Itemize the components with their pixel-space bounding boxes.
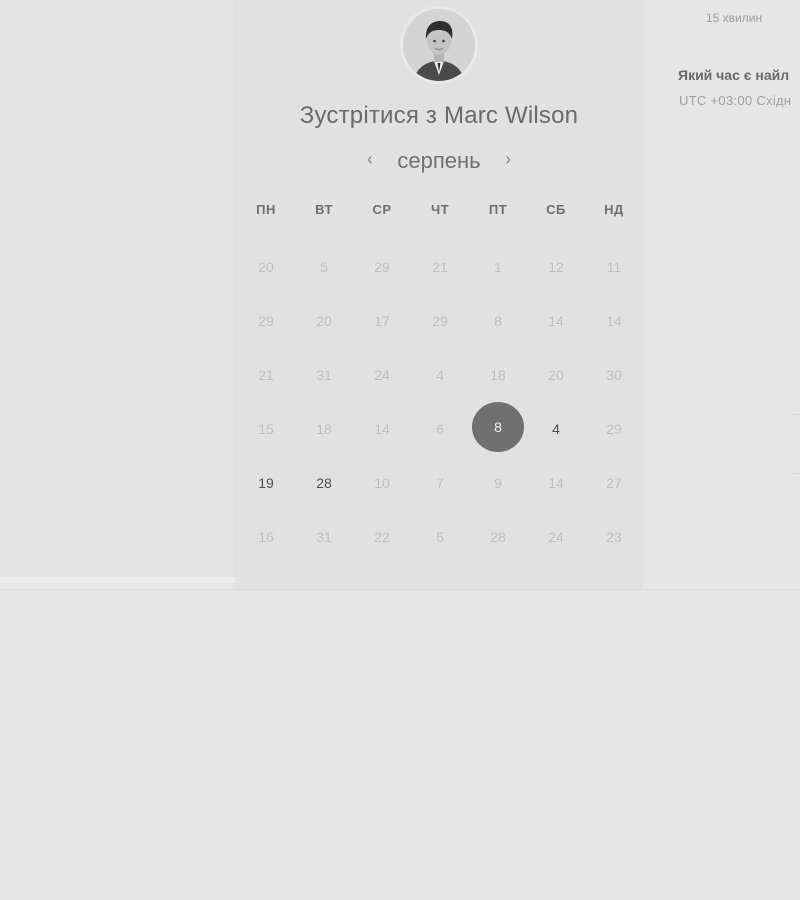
slot-divider bbox=[792, 473, 800, 474]
calendar-day: 28 bbox=[490, 529, 506, 545]
month-label: серпень bbox=[397, 148, 481, 173]
time-selection-panel: 15 хвилин Який час є найл UTC +03:00 Схі… bbox=[642, 0, 800, 600]
calendar-day: 23 bbox=[606, 529, 622, 545]
timezone-label[interactable]: UTC +03:00 Східн bbox=[679, 93, 791, 108]
calendar-day: 29 bbox=[258, 313, 274, 329]
calendar-day: 12 bbox=[548, 259, 564, 275]
booking-card: Зустрітися з Marc Wilson ‹ серпень › ПН … bbox=[236, 0, 642, 588]
calendar-day: 20 bbox=[258, 259, 274, 275]
calendar-day: 14 bbox=[548, 313, 564, 329]
calendar-day: 8 bbox=[494, 313, 502, 329]
calendar-day: 29 bbox=[374, 259, 390, 275]
calendar-day: 11 bbox=[606, 259, 622, 275]
calendar-day: 15 bbox=[258, 421, 274, 437]
page-title: Зустрітися з Marc Wilson bbox=[299, 102, 579, 129]
weekday-label: ВТ bbox=[315, 202, 333, 217]
weekday-label: НД bbox=[604, 202, 624, 217]
calendar-day: 24 bbox=[374, 367, 390, 383]
calendar-week: 16 31 22 5 28 24 23 bbox=[237, 510, 643, 564]
calendar-day: 31 bbox=[316, 529, 332, 545]
weekday-label: ПН bbox=[256, 202, 276, 217]
month-navigation: ‹ серпень › bbox=[236, 148, 642, 178]
calendar-day: 5 bbox=[320, 259, 328, 275]
calendar-week: 15 18 14 6 8 4 29 bbox=[237, 402, 643, 456]
calendar-week: 19 28 10 7 9 14 27 bbox=[237, 456, 643, 510]
calendar-day: 9 bbox=[494, 475, 502, 491]
calendar-week: 29 20 17 29 8 14 14 bbox=[237, 294, 643, 348]
calendar-day: 10 bbox=[374, 475, 390, 491]
weekday-label: ПТ bbox=[488, 202, 508, 217]
calendar-day: 17 bbox=[374, 313, 390, 329]
calendar-day: 29 bbox=[432, 313, 448, 329]
time-question-heading: Який час є найл bbox=[678, 67, 790, 83]
calendar-week: 20 5 29 21 1 12 11 bbox=[237, 240, 643, 294]
chevron-left-icon[interactable]: ‹ bbox=[361, 149, 379, 170]
calendar-day: 21 bbox=[258, 367, 274, 383]
calendar-day-available[interactable]: 19 bbox=[237, 456, 295, 510]
calendar-day: 18 bbox=[490, 367, 506, 383]
calendar-day: 30 bbox=[606, 367, 622, 383]
calendar-day: 24 bbox=[548, 529, 564, 545]
calendar-day: 27 bbox=[606, 475, 622, 491]
left-panel-edge bbox=[0, 577, 236, 583]
calendar-day: 20 bbox=[548, 367, 564, 383]
calendar-day: 31 bbox=[316, 367, 332, 383]
calendar-day: 29 bbox=[606, 421, 622, 437]
meeting-duration: 15 хвилин bbox=[706, 11, 763, 25]
calendar-grid: 20 5 29 21 1 12 11 29 20 17 29 8 14 14 2… bbox=[236, 240, 643, 564]
weekday-label: СБ bbox=[546, 202, 566, 217]
calendar-day-selected[interactable]: 8 bbox=[469, 402, 527, 456]
left-panel-background bbox=[0, 0, 236, 580]
calendar-day: 22 bbox=[374, 529, 390, 545]
calendar-day: 20 bbox=[316, 313, 332, 329]
calendar-day: 14 bbox=[548, 475, 564, 491]
calendar-day: 5 bbox=[436, 529, 444, 545]
weekday-label: СР bbox=[372, 202, 392, 217]
chevron-right-icon[interactable]: › bbox=[499, 149, 517, 170]
calendar-day: 14 bbox=[606, 313, 622, 329]
weekday-label: ЧТ bbox=[430, 202, 450, 217]
calendar-day: 21 bbox=[432, 259, 448, 275]
calendar-day-available[interactable]: 28 bbox=[295, 456, 353, 510]
calendar-day-available[interactable]: 4 bbox=[527, 402, 585, 456]
calendar-day: 7 bbox=[436, 475, 444, 491]
calendar-week: 21 31 24 4 18 20 30 bbox=[237, 348, 643, 402]
person-portrait-icon bbox=[403, 9, 475, 81]
calendar-day: 4 bbox=[436, 367, 444, 383]
slot-divider bbox=[792, 414, 800, 415]
calendar-day: 6 bbox=[436, 421, 444, 437]
calendar-day: 1 bbox=[494, 259, 502, 275]
calendar-day: 18 bbox=[316, 421, 332, 437]
calendar-day: 14 bbox=[374, 421, 390, 437]
calendar-day: 16 bbox=[258, 529, 274, 545]
weekday-header: ПН ВТ СР ЧТ ПТ СБ НД bbox=[236, 202, 643, 217]
avatar bbox=[403, 9, 475, 81]
